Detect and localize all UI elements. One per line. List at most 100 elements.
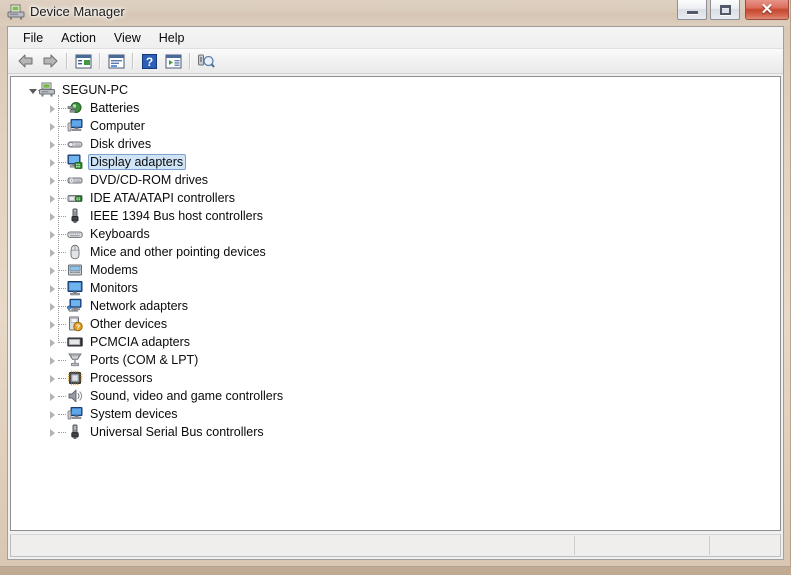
other-device-icon: ?	[67, 316, 83, 332]
expand-arrow-right-icon[interactable]	[47, 337, 58, 348]
expand-arrow-right-icon[interactable]	[47, 427, 58, 438]
tree-item-computer[interactable]: Computer	[11, 117, 780, 135]
tree-item-ports-com-lpt[interactable]: Ports (COM & LPT)	[11, 351, 780, 369]
tree-connector	[58, 270, 66, 271]
forward-arrow-icon	[43, 54, 58, 68]
tree-connector	[58, 216, 66, 217]
expand-arrow-right-icon[interactable]	[47, 139, 58, 150]
tree-item-label: Computer	[90, 119, 145, 133]
sound-icon	[67, 388, 83, 404]
tree-item-label: DVD/CD-ROM drives	[90, 173, 209, 187]
tree-item-mice-and-other-pointing-devices[interactable]: Mice and other pointing devices	[11, 243, 780, 261]
mouse-icon	[67, 244, 83, 260]
keyboard-icon	[67, 226, 83, 242]
show-console-tree-button[interactable]	[71, 50, 95, 72]
expand-arrow-right-icon[interactable]	[47, 157, 58, 168]
tree-item-sound-video-and-game-controllers[interactable]: Sound, video and game controllers	[11, 387, 780, 405]
toolbar-separator	[66, 53, 67, 69]
tree-item-ide-ata-atapi-controllers[interactable]: IDE ATA/ATAPI controllers	[11, 189, 780, 207]
expand-arrow-right-icon[interactable]	[47, 103, 58, 114]
update-driver-button[interactable]	[161, 50, 185, 72]
tree-item-other-devices[interactable]: ? Other devices	[11, 315, 780, 333]
tree-connector	[58, 324, 66, 325]
tree-item-label: PCMCIA adapters	[90, 335, 191, 349]
forward-button[interactable]	[38, 50, 62, 72]
tree-item-universal-serial-bus-controllers[interactable]: Universal Serial Bus controllers	[11, 423, 780, 441]
menu-view[interactable]: View	[105, 29, 150, 47]
tree-item-label: Processors	[90, 371, 153, 385]
status-middle-cell	[574, 536, 709, 555]
close-icon: ✕	[746, 0, 788, 19]
tree-item-label: IDE ATA/ATAPI controllers	[90, 191, 235, 205]
tree-item-modems[interactable]: Modems	[11, 261, 780, 279]
status-bar	[10, 534, 781, 557]
battery-icon	[67, 100, 83, 116]
tree-connector	[58, 342, 66, 343]
network-adapter-icon	[67, 298, 83, 314]
tree-item-disk-drives[interactable]: Disk drives	[11, 135, 780, 153]
tree-item-network-adapters[interactable]: Network adapters	[11, 297, 780, 315]
menu-help[interactable]: Help	[150, 29, 194, 47]
expand-arrow-right-icon[interactable]	[47, 301, 58, 312]
toolbar-separator	[99, 53, 100, 69]
minimize-button[interactable]	[677, 0, 707, 20]
tree-item-dvd-cd-rom-drives[interactable]: DVD/CD-ROM drives	[11, 171, 780, 189]
toolbar-separator	[132, 53, 133, 69]
tree-item-monitors[interactable]: Monitors	[11, 279, 780, 297]
port-icon	[67, 352, 83, 368]
expand-arrow-down-icon[interactable]	[27, 85, 38, 96]
tree-connector	[58, 180, 66, 181]
expand-arrow-right-icon[interactable]	[47, 175, 58, 186]
expand-arrow-right-icon[interactable]	[47, 283, 58, 294]
status-right-cell	[709, 536, 780, 555]
usb-icon	[67, 424, 83, 440]
properties-button[interactable]	[104, 50, 128, 72]
expand-arrow-right-icon[interactable]	[47, 391, 58, 402]
scan-hardware-changes-button[interactable]	[194, 50, 218, 72]
expand-arrow-right-icon[interactable]	[47, 319, 58, 330]
close-glyph: ✕	[760, 1, 774, 18]
tree-item-keyboards[interactable]: Keyboards	[11, 225, 780, 243]
expand-arrow-right-icon[interactable]	[47, 265, 58, 276]
expand-arrow-right-icon[interactable]	[47, 373, 58, 384]
expand-arrow-right-icon[interactable]	[47, 193, 58, 204]
menu-bar: File Action View Help	[8, 27, 783, 49]
tree-item-label: Sound, video and game controllers	[90, 389, 284, 403]
tree-root-node[interactable]: SEGUN-PC	[11, 81, 780, 99]
tree-item-processors[interactable]: Processors	[11, 369, 780, 387]
tree-connector	[58, 144, 66, 145]
expand-arrow-right-icon[interactable]	[47, 355, 58, 366]
system-device-icon	[67, 406, 83, 422]
tree-connector	[58, 396, 66, 397]
expand-arrow-right-icon[interactable]	[47, 211, 58, 222]
tree-item-label: Display adapters	[88, 154, 187, 170]
display-adapter-icon	[67, 154, 83, 170]
tree-connector	[58, 360, 66, 361]
expand-arrow-right-icon[interactable]	[47, 121, 58, 132]
maximize-button[interactable]	[710, 0, 740, 20]
tree-item-display-adapters[interactable]: Display adapters	[11, 153, 780, 171]
help-button[interactable]: ?	[137, 50, 161, 72]
toolbar-separator	[189, 53, 190, 69]
svg-text:?: ?	[76, 324, 80, 331]
tree-item-batteries[interactable]: Batteries	[11, 99, 780, 117]
device-tree-pane[interactable]: SEGUN-PC Batteries Computer Disk drives Disp…	[10, 76, 781, 531]
expand-arrow-right-icon[interactable]	[47, 409, 58, 420]
maximize-icon	[711, 0, 739, 19]
menu-action[interactable]: Action	[52, 29, 105, 47]
tree-item-label: Network adapters	[90, 299, 188, 313]
expand-arrow-right-icon[interactable]	[47, 229, 58, 240]
menu-file[interactable]: File	[14, 29, 52, 47]
back-button[interactable]	[14, 50, 38, 72]
tree-item-system-devices[interactable]: System devices	[11, 405, 780, 423]
tree-item-pcmcia-adapters[interactable]: PCMCIA adapters	[11, 333, 780, 351]
processor-icon	[67, 370, 83, 386]
device-manager-icon	[7, 4, 25, 20]
computer-icon	[67, 118, 83, 134]
svg-text:?: ?	[145, 55, 152, 69]
tree-connector	[58, 306, 66, 307]
expand-arrow-right-icon[interactable]	[47, 247, 58, 258]
close-button[interactable]: ✕	[745, 0, 789, 20]
tree-item-ieee-1394-bus-host-controllers[interactable]: IEEE 1394 Bus host controllers	[11, 207, 780, 225]
ide-controller-icon	[67, 190, 83, 206]
